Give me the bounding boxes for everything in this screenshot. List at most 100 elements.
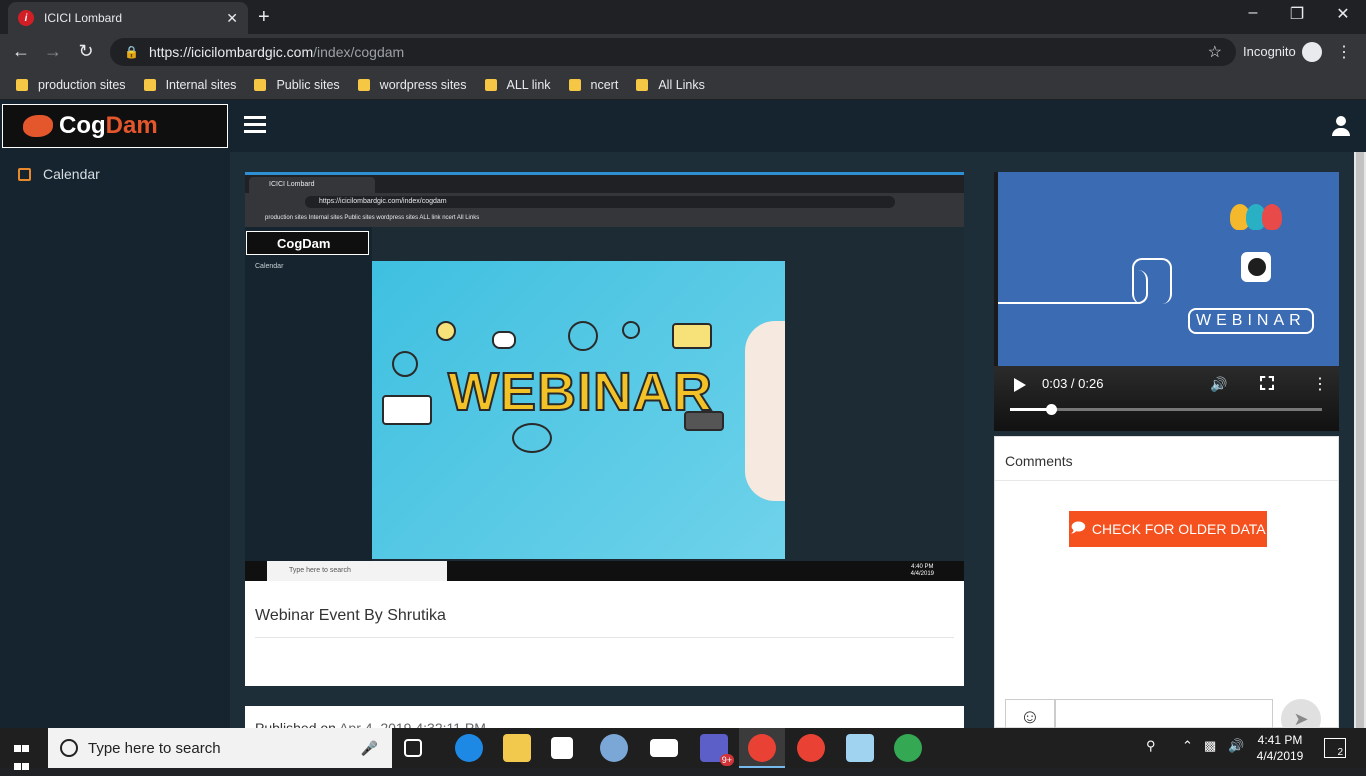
emoji-icon[interactable]: ☺ [1005,699,1055,728]
bookmark-label: ALL link [506,77,551,92]
folder-icon [143,78,156,91]
restore-button[interactable]: ❐ [1274,4,1320,24]
embedded-url: https://icicilombardgic.com/index/cogdam [305,196,895,208]
reload-icon[interactable]: ↻ [75,41,97,62]
microphone-icon[interactable]: 🎤 [361,740,378,757]
scrollbar-thumb[interactable] [1356,152,1364,728]
bookmark-label: wordpress sites [379,77,467,92]
send-icon[interactable]: ➤ [1281,699,1321,728]
lock-icon: 🔒 [124,45,139,59]
cable-loop [1132,258,1172,304]
sidebar-item-label: Calendar [43,166,100,182]
chrome-menu-icon[interactable]: ⋮ [1336,42,1352,62]
headset-icon [512,423,552,453]
embedded-sidebar: CogDam Calendar [245,227,372,561]
published-line: Published on Apr 4, 2019 4:32:11 PM [255,720,486,728]
store-icon[interactable] [551,737,573,759]
bookmark-internal-sites[interactable]: Internal sites [143,77,237,92]
close-window-button[interactable]: ✕ [1320,4,1366,24]
url-host: https://icicilombardgic.com [148,44,314,60]
forward-arrow-icon[interactable]: → [42,41,64,62]
embedded-clock: 4:40 PM 4/4/2019 [911,564,934,578]
video-player[interactable]: WEBINAR 0:03 / 0:26 🔊 ⋮ [994,172,1339,431]
sidebar: Cog Dam Calendar [0,100,230,728]
tab-close-icon[interactable]: ✕ [226,10,238,27]
network-tray-icon[interactable]: ▩ [1204,738,1216,754]
cortana-icon [60,739,78,757]
volume-icon[interactable]: 🔊 [1210,376,1227,393]
webinar-illustration: WEBINAR [372,261,785,559]
comments-panel: Comments 🗩 CHECK FOR OLDER DATA ☺ ➤ [994,436,1339,728]
tab-icici-lombard[interactable]: i ICICI Lombard ✕ [8,2,248,34]
video-progress-knob[interactable] [1045,404,1057,415]
bookmark-label: production sites [38,77,126,92]
bookmark-label: Public sites [276,77,340,92]
embedded-logo: CogDam [246,231,369,255]
teams-icon[interactable]: 9+ [700,734,734,766]
lightbulb-icon [436,321,456,341]
video-menu-icon[interactable]: ⋮ [1312,374,1328,394]
minimize-button[interactable]: – [1230,4,1276,22]
taskbar-clock[interactable]: 4:41 PM 4/4/2019 [1252,732,1308,764]
embedded-search: Type here to search [267,561,447,581]
taskbar-search[interactable]: Type here to search 🎤 [48,728,392,768]
mail-icon[interactable] [650,739,678,757]
play-icon[interactable] [1014,378,1026,392]
rocket-logo-icon [23,115,53,137]
sidebar-item-calendar[interactable]: Calendar [18,166,100,182]
taskbar-search-placeholder: Type here to search [88,739,221,757]
bookmark-star-icon[interactable]: ☆ [1208,42,1222,62]
media-preview-image[interactable]: ICICI Lombard https://icicilombardgic.co… [245,175,964,581]
logo-text-cog: Cog [59,112,106,139]
embedded-calendar-label: Calendar [255,263,284,270]
browser-toolbar: ← → ↻ 🔒 https://icicilombardgic.com/inde… [0,34,1366,70]
bookmark-label: Internal sites [165,77,237,92]
comments-icon: 🗩 [1070,519,1086,535]
paint-icon[interactable] [600,734,628,762]
windows-start-icon[interactable] [14,740,30,770]
back-arrow-icon[interactable]: ← [10,41,32,62]
notification-count: 2 [1337,747,1343,758]
tray-chevron-icon[interactable]: ⌃ [1182,738,1193,754]
speech-bubble-icon [492,331,516,349]
address-bar[interactable]: 🔒 https://icicilombardgic.com/index/cogd… [110,38,1236,66]
people-icon[interactable]: ⚲ [1146,738,1156,754]
bookmark-production-sites[interactable]: production sites [16,78,126,92]
bookmark-all-links[interactable]: All Links [636,78,705,92]
new-tab-button[interactable]: + [258,6,270,29]
plug-play-icon [1248,258,1266,276]
user-profile-icon[interactable] [1332,116,1350,136]
edge-icon[interactable] [455,734,483,762]
chrome-icon[interactable] [748,734,776,762]
notepad-icon[interactable] [846,734,874,762]
chrome-user-icon[interactable] [797,734,825,762]
video-controls: 0:03 / 0:26 🔊 ⋮ [994,366,1339,431]
incognito-icon[interactable] [1302,42,1322,62]
app-topbar [230,100,1366,152]
embedded-taskbar: Type here to search 4:40 PM 4/4/2019 [245,561,964,581]
task-view-icon[interactable] [404,739,422,757]
file-explorer-icon[interactable] [503,734,531,762]
bookmark-public-sites[interactable]: Public sites [254,77,340,92]
chrome-profile-icon[interactable] [894,734,922,762]
check-older-data-button[interactable]: 🗩 CHECK FOR OLDER DATA [1069,511,1267,547]
embedded-bookmarks: production sites Internal sites Public s… [245,211,964,227]
bookmark-wordpress-sites[interactable]: wordpress sites [357,77,467,92]
hamburger-menu-icon[interactable] [244,116,266,137]
bookmark-ncert[interactable]: ncert [568,78,618,92]
fullscreen-icon[interactable] [1260,376,1274,390]
url-path: /index/cogdam [313,44,405,60]
published-info-card: Published on Apr 4, 2019 4:32:11 PM [245,706,964,728]
tab-title: ICICI Lombard [44,11,123,25]
video-progress-bar[interactable] [1010,404,1322,415]
comments-heading: Comments [1005,453,1073,469]
divider [255,637,954,638]
volume-tray-icon[interactable]: 🔊 [1228,738,1244,754]
bookmark-all-link[interactable]: ALL link [484,77,551,92]
page-scrollbar[interactable] [1354,152,1366,728]
book-icon [382,395,432,425]
folder-icon [484,78,497,91]
action-center-icon[interactable]: 2 [1324,738,1346,758]
cogdam-logo[interactable]: Cog Dam [2,104,228,148]
comment-input[interactable] [1055,699,1273,728]
